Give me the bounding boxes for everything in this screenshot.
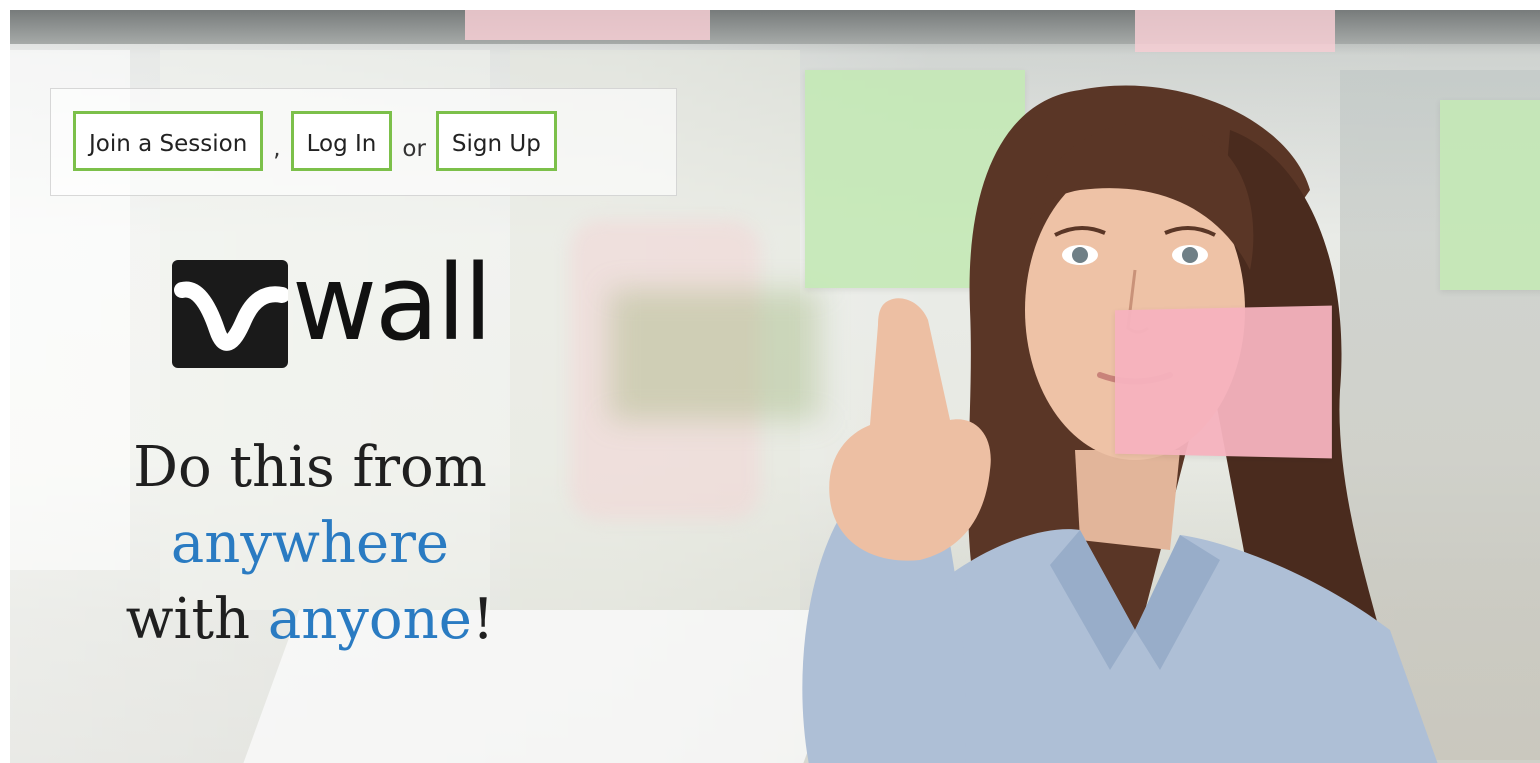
background-sticky-note <box>465 10 710 40</box>
login-button[interactable]: Log In <box>290 111 393 171</box>
hero-banner: Join a Session , Log In or Sign Up wall … <box>10 10 1540 763</box>
tagline-anyone: anyone <box>267 587 472 652</box>
tagline-line-1: Do this from <box>133 435 487 500</box>
join-session-button[interactable]: Join a Session <box>73 111 264 171</box>
vwall-logo: wall <box>172 246 493 368</box>
tagline-line-3: with anyone! <box>80 582 540 658</box>
hero-tagline: Do this from anywhere with anyone! <box>80 430 540 658</box>
tagline-exclamation: ! <box>471 587 495 652</box>
nav-separator: or <box>402 136 426 162</box>
nav-separator: , <box>273 136 281 162</box>
auth-nav-panel: Join a Session , Log In or Sign Up <box>50 88 677 196</box>
tagline-line-2: anywhere <box>170 511 450 576</box>
auth-nav-row: Join a Session , Log In or Sign Up <box>73 111 557 171</box>
sticky-note-pink <box>1115 305 1332 459</box>
signup-button[interactable]: Sign Up <box>435 111 557 171</box>
logo-wordmark: wall <box>292 242 493 364</box>
tagline-with: with <box>125 587 268 652</box>
v-wave-icon <box>172 260 290 368</box>
background-sticky-note <box>1135 10 1335 52</box>
